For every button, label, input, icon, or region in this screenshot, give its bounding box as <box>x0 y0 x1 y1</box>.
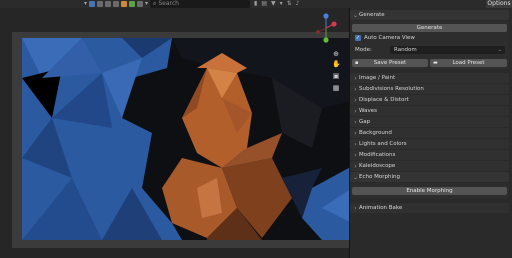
chevron-right-icon: › <box>354 162 357 170</box>
chevron-right-icon: › <box>354 129 357 137</box>
circle-select-icon[interactable] <box>105 1 112 7</box>
chevron-right-icon: › <box>354 151 357 159</box>
bell-icon[interactable]: ♪ <box>296 0 300 8</box>
object-icon[interactable] <box>121 1 128 7</box>
mode-label: Mode: <box>355 47 372 53</box>
panel-modifications[interactable]: › Modifications <box>350 150 509 160</box>
panel-title: Lights and Colors <box>359 141 407 147</box>
panel-title: Animation Bake <box>359 205 403 211</box>
display-icon[interactable]: ▤ <box>261 0 267 8</box>
select-mode-icon[interactable] <box>89 1 96 7</box>
auto-camera-label: Auto Camera View <box>364 35 415 41</box>
panel-kaleidoscope[interactable]: › Kaleidoscope <box>350 161 509 171</box>
panel-title: Waves <box>359 108 377 114</box>
panel-title: Generate <box>359 12 385 18</box>
panel-title: Subdivisions Resolution <box>359 86 424 92</box>
box-select-icon[interactable] <box>97 1 104 7</box>
panel-title: Displace & Distort <box>359 97 409 103</box>
lasso-select-icon[interactable] <box>113 1 120 7</box>
perspective-toggle-icon[interactable]: ▦ <box>332 84 340 92</box>
chevron-right-icon: › <box>354 140 357 148</box>
chevron-down-icon[interactable]: ▾ <box>280 0 283 8</box>
viewport-toolbar: ▾ ▾ <box>84 0 148 8</box>
load-preset-button[interactable]: ▬ Load Preset <box>430 59 507 67</box>
gizmo-x-axis[interactable] <box>331 21 337 27</box>
load-preset-label: Load Preset <box>452 60 485 66</box>
generate-button[interactable]: Generate <box>352 24 507 32</box>
chevron-down-icon[interactable]: ▾ <box>145 0 148 8</box>
bookmark-icon[interactable]: ▮ <box>254 0 257 8</box>
panel-title: Echo Morphing <box>359 174 400 180</box>
panel-title: Modifications <box>359 152 396 158</box>
panel-title: Background <box>359 130 392 136</box>
mode-select[interactable]: Random ⌄ <box>390 46 505 54</box>
zoom-icon[interactable]: ⊕ <box>332 50 340 58</box>
panel-title: Kaleidoscope <box>359 163 396 169</box>
material-icon[interactable] <box>129 1 136 7</box>
save-preset-label: Save Preset <box>373 60 407 66</box>
chevron-down-icon: ⌄ <box>497 47 502 53</box>
filter-icon[interactable]: ▼ <box>271 0 276 8</box>
panel-gap[interactable]: › Gap <box>350 117 509 127</box>
panel-title: Image / Paint <box>359 75 396 81</box>
gizmo-z-axis[interactable] <box>323 13 329 19</box>
chevron-right-icon: › <box>354 107 357 115</box>
panel-lights-colors[interactable]: › Lights and Colors <box>350 139 509 149</box>
camera-view-icon[interactable]: ▣ <box>332 72 340 80</box>
search-field[interactable]: ⌕ Search <box>150 0 250 8</box>
sort-icon[interactable]: ⇅ <box>287 0 292 8</box>
panel-animation-bake[interactable]: › Animation Bake <box>350 203 509 213</box>
checkbox-checked-icon[interactable]: ✓ <box>355 35 361 41</box>
search-placeholder: Search <box>158 0 179 7</box>
panel-background[interactable]: › Background <box>350 128 509 138</box>
gizmo-neg-x-axis[interactable] <box>316 30 320 34</box>
low-poly-artwork <box>22 38 367 240</box>
panel-displace-distort[interactable]: › Displace & Distort <box>350 95 509 105</box>
chevron-right-icon: › <box>354 118 357 126</box>
header-right-tools: ▮ ▤ ▼ ▾ ⇅ ♪ <box>254 0 300 8</box>
panel-image-paint[interactable]: › Image / Paint <box>350 73 509 83</box>
navigation-gizmo[interactable] <box>315 12 337 48</box>
panel-subdivisions-resolution[interactable]: › Subdivisions Resolution <box>350 84 509 94</box>
folder-icon: ▬ <box>433 60 438 66</box>
panel-waves[interactable]: › Waves <box>350 106 509 116</box>
panel-title: Gap <box>359 119 371 125</box>
gizmo-y-axis[interactable] <box>323 37 329 43</box>
hand-pan-icon[interactable]: ✋ <box>332 60 341 68</box>
save-preset-button[interactable]: ▪ Save Preset <box>352 59 428 67</box>
mode-value: Random <box>394 47 417 53</box>
search-icon: ⌕ <box>153 0 157 7</box>
enable-morphing-button[interactable]: Enable Morphing <box>352 187 507 195</box>
chevron-right-icon: › <box>354 85 357 93</box>
chevron-down-icon: ⌄ <box>352 11 359 19</box>
chevron-right-icon: › <box>354 74 357 82</box>
options-button[interactable]: Options <box>486 0 512 8</box>
auto-camera-toggle[interactable]: ✓ Auto Camera View <box>355 35 415 41</box>
chevron-right-icon: › <box>354 204 357 212</box>
save-icon: ▪ <box>355 60 359 66</box>
chevron-down-icon[interactable]: ▾ <box>84 0 87 8</box>
panel-echo-morphing-header[interactable]: ⌄ Echo Morphing <box>350 172 509 182</box>
scene-icon[interactable] <box>137 1 144 7</box>
chevron-right-icon: › <box>354 96 357 104</box>
chevron-down-icon: ⌄ <box>352 173 359 181</box>
panel-generate-header[interactable]: ⌄ Generate <box>350 10 509 20</box>
